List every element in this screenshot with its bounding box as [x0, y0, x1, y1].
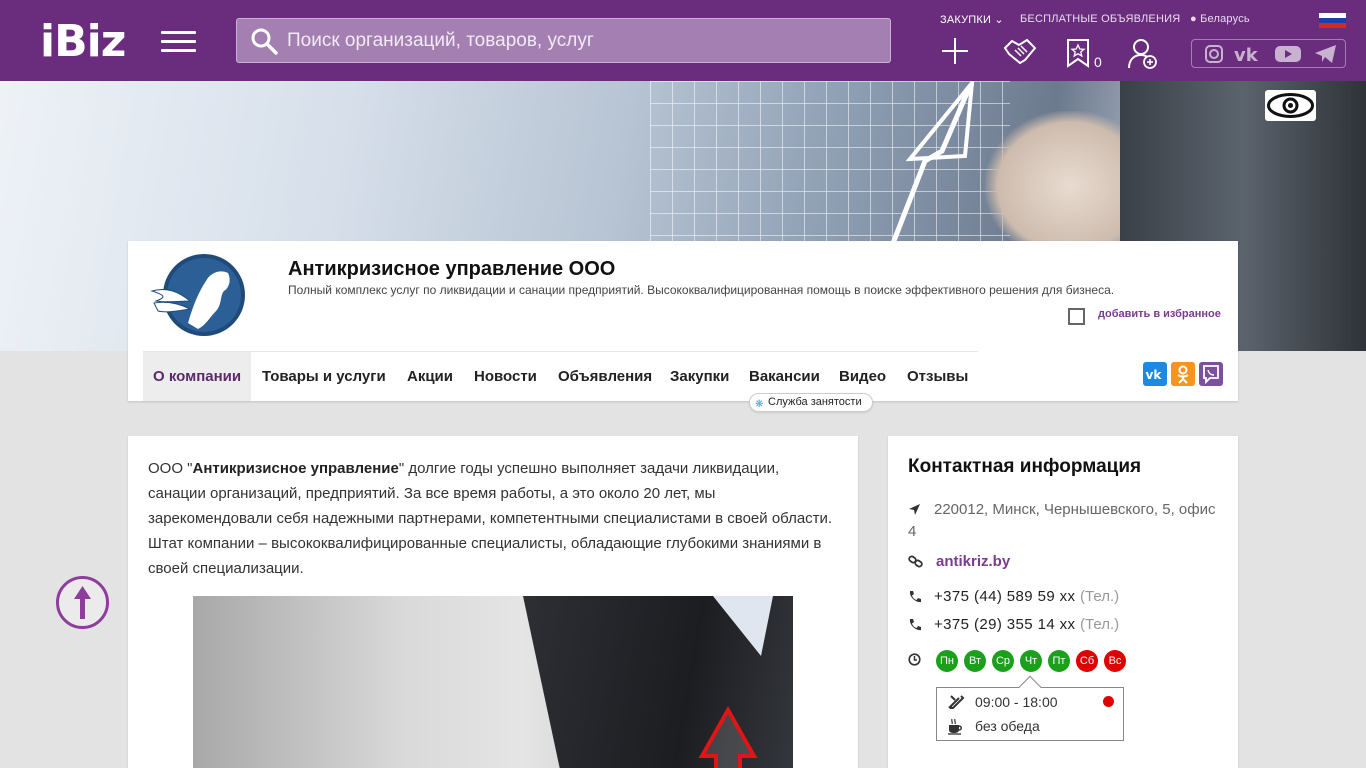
contacts-title: Контактная информация — [908, 456, 1142, 477]
add-to-favorites-label[interactable]: добавить в избранное — [1098, 308, 1221, 320]
handshake-icon[interactable] — [1003, 36, 1037, 66]
about-photo — [193, 596, 793, 768]
tab-ads[interactable]: Объявления — [558, 352, 652, 401]
sparkle-icon: ❋ — [755, 399, 764, 410]
day-badge[interactable]: Вт — [964, 650, 986, 672]
add-icon[interactable] — [940, 36, 970, 66]
contact-phone-1[interactable]: +375 (44) 589 59 xx (Тел.) — [934, 588, 1119, 605]
svg-text:vk: vk — [1234, 45, 1259, 64]
vacancies-tooltip: ❋ Служба занятости — [749, 393, 873, 412]
tab-products[interactable]: Товары и услуги — [262, 352, 386, 401]
location-pin-icon: ● — [1190, 13, 1197, 25]
accessibility-eye-icon[interactable] — [1265, 90, 1316, 121]
search-icon[interactable] — [250, 27, 278, 55]
youtube-icon[interactable] — [1274, 44, 1302, 64]
closed-status-dot — [1103, 696, 1114, 707]
share-odnoklassniki-icon[interactable] — [1171, 362, 1195, 386]
location-arrow-icon — [909, 504, 920, 515]
company-title: Антикризисное управление ООО — [288, 258, 616, 280]
svg-text:vk: vk — [1146, 368, 1163, 382]
ibiz-logo[interactable]: iBiz — [40, 20, 126, 64]
region-selector[interactable]: ● Беларусь — [1190, 13, 1250, 25]
day-badge[interactable]: Ср — [992, 650, 1014, 672]
tab-purchases[interactable]: Закупки — [670, 352, 729, 401]
tab-about[interactable]: О компании — [143, 352, 252, 401]
contact-address: 220012, Минск, Чернышевского, 5, офис 4 — [908, 501, 1216, 540]
favorites-icon[interactable] — [1066, 38, 1090, 68]
link-icon — [908, 555, 923, 568]
add-user-icon[interactable] — [1128, 38, 1158, 70]
about-text: ООО "Антикризисное управление" долгие го… — [148, 460, 833, 577]
day-badge[interactable]: Пт — [1048, 650, 1070, 672]
company-logo — [150, 254, 245, 336]
day-badge[interactable]: Чт — [1020, 650, 1042, 672]
day-badge[interactable]: Сб — [1076, 650, 1098, 672]
purchases-dropdown[interactable]: ЗАКУПКИ ⌄ — [940, 13, 1004, 26]
tab-promotions[interactable]: Акции — [407, 352, 453, 401]
top-header: iBiz ЗАКУПКИ ⌄ БЕСПЛАТНЫЕ ОБЪЯВЛЕНИЯ ● Б… — [0, 0, 1366, 81]
coffee-cup-icon — [948, 718, 962, 735]
lunch-info: без обеда — [975, 718, 1040, 734]
instagram-icon[interactable] — [1204, 44, 1224, 64]
add-to-favorites-checkbox[interactable] — [1068, 308, 1085, 325]
red-arrow-graphic — [698, 706, 758, 768]
day-badge[interactable]: Вс — [1104, 650, 1126, 672]
tools-icon — [948, 695, 965, 709]
share-viber-icon[interactable] — [1199, 362, 1223, 386]
free-ads-link[interactable]: БЕСПЛАТНЫЕ ОБЪЯВЛЕНИЯ — [1020, 13, 1180, 25]
about-panel: ООО "Антикризисное управление" долгие го… — [128, 436, 858, 768]
chevron-down-icon: ⌄ — [994, 14, 1004, 26]
arrow-up-icon — [74, 586, 91, 619]
hours-popup: 09:00 - 18:00 без обеда — [936, 675, 1124, 741]
contact-website-link[interactable]: antikriz.by — [936, 553, 1010, 570]
share-vk-icon[interactable]: vk — [1143, 362, 1167, 386]
company-description: Полный комплекс услуг по ликвидации и са… — [288, 283, 1115, 297]
phone-icon — [909, 619, 921, 631]
work-hours: 09:00 - 18:00 — [975, 694, 1058, 710]
banner-arrow-graphic — [887, 81, 975, 251]
menu-icon[interactable] — [161, 31, 196, 53]
contacts-panel: Контактная информация 220012, Минск, Чер… — [888, 436, 1238, 768]
social-links: vk — [1191, 39, 1346, 68]
tab-news[interactable]: Новости — [474, 352, 537, 401]
tab-reviews[interactable]: Отзывы — [907, 352, 968, 401]
telegram-icon[interactable] — [1314, 44, 1338, 64]
russian-flag-icon[interactable] — [1319, 13, 1346, 28]
phone-icon — [909, 591, 921, 603]
company-card: Антикризисное управление ООО Полный комп… — [128, 241, 1238, 401]
scroll-to-top-button[interactable] — [56, 576, 109, 629]
clock-icon — [908, 653, 921, 666]
favorites-count: 0 — [1094, 54, 1102, 70]
search-box — [236, 18, 891, 63]
contact-phone-2[interactable]: +375 (29) 355 14 xx (Тел.) — [934, 616, 1119, 633]
vk-icon[interactable]: vk — [1234, 44, 1264, 64]
search-input[interactable] — [287, 19, 882, 62]
day-badge[interactable]: Пн — [936, 650, 958, 672]
